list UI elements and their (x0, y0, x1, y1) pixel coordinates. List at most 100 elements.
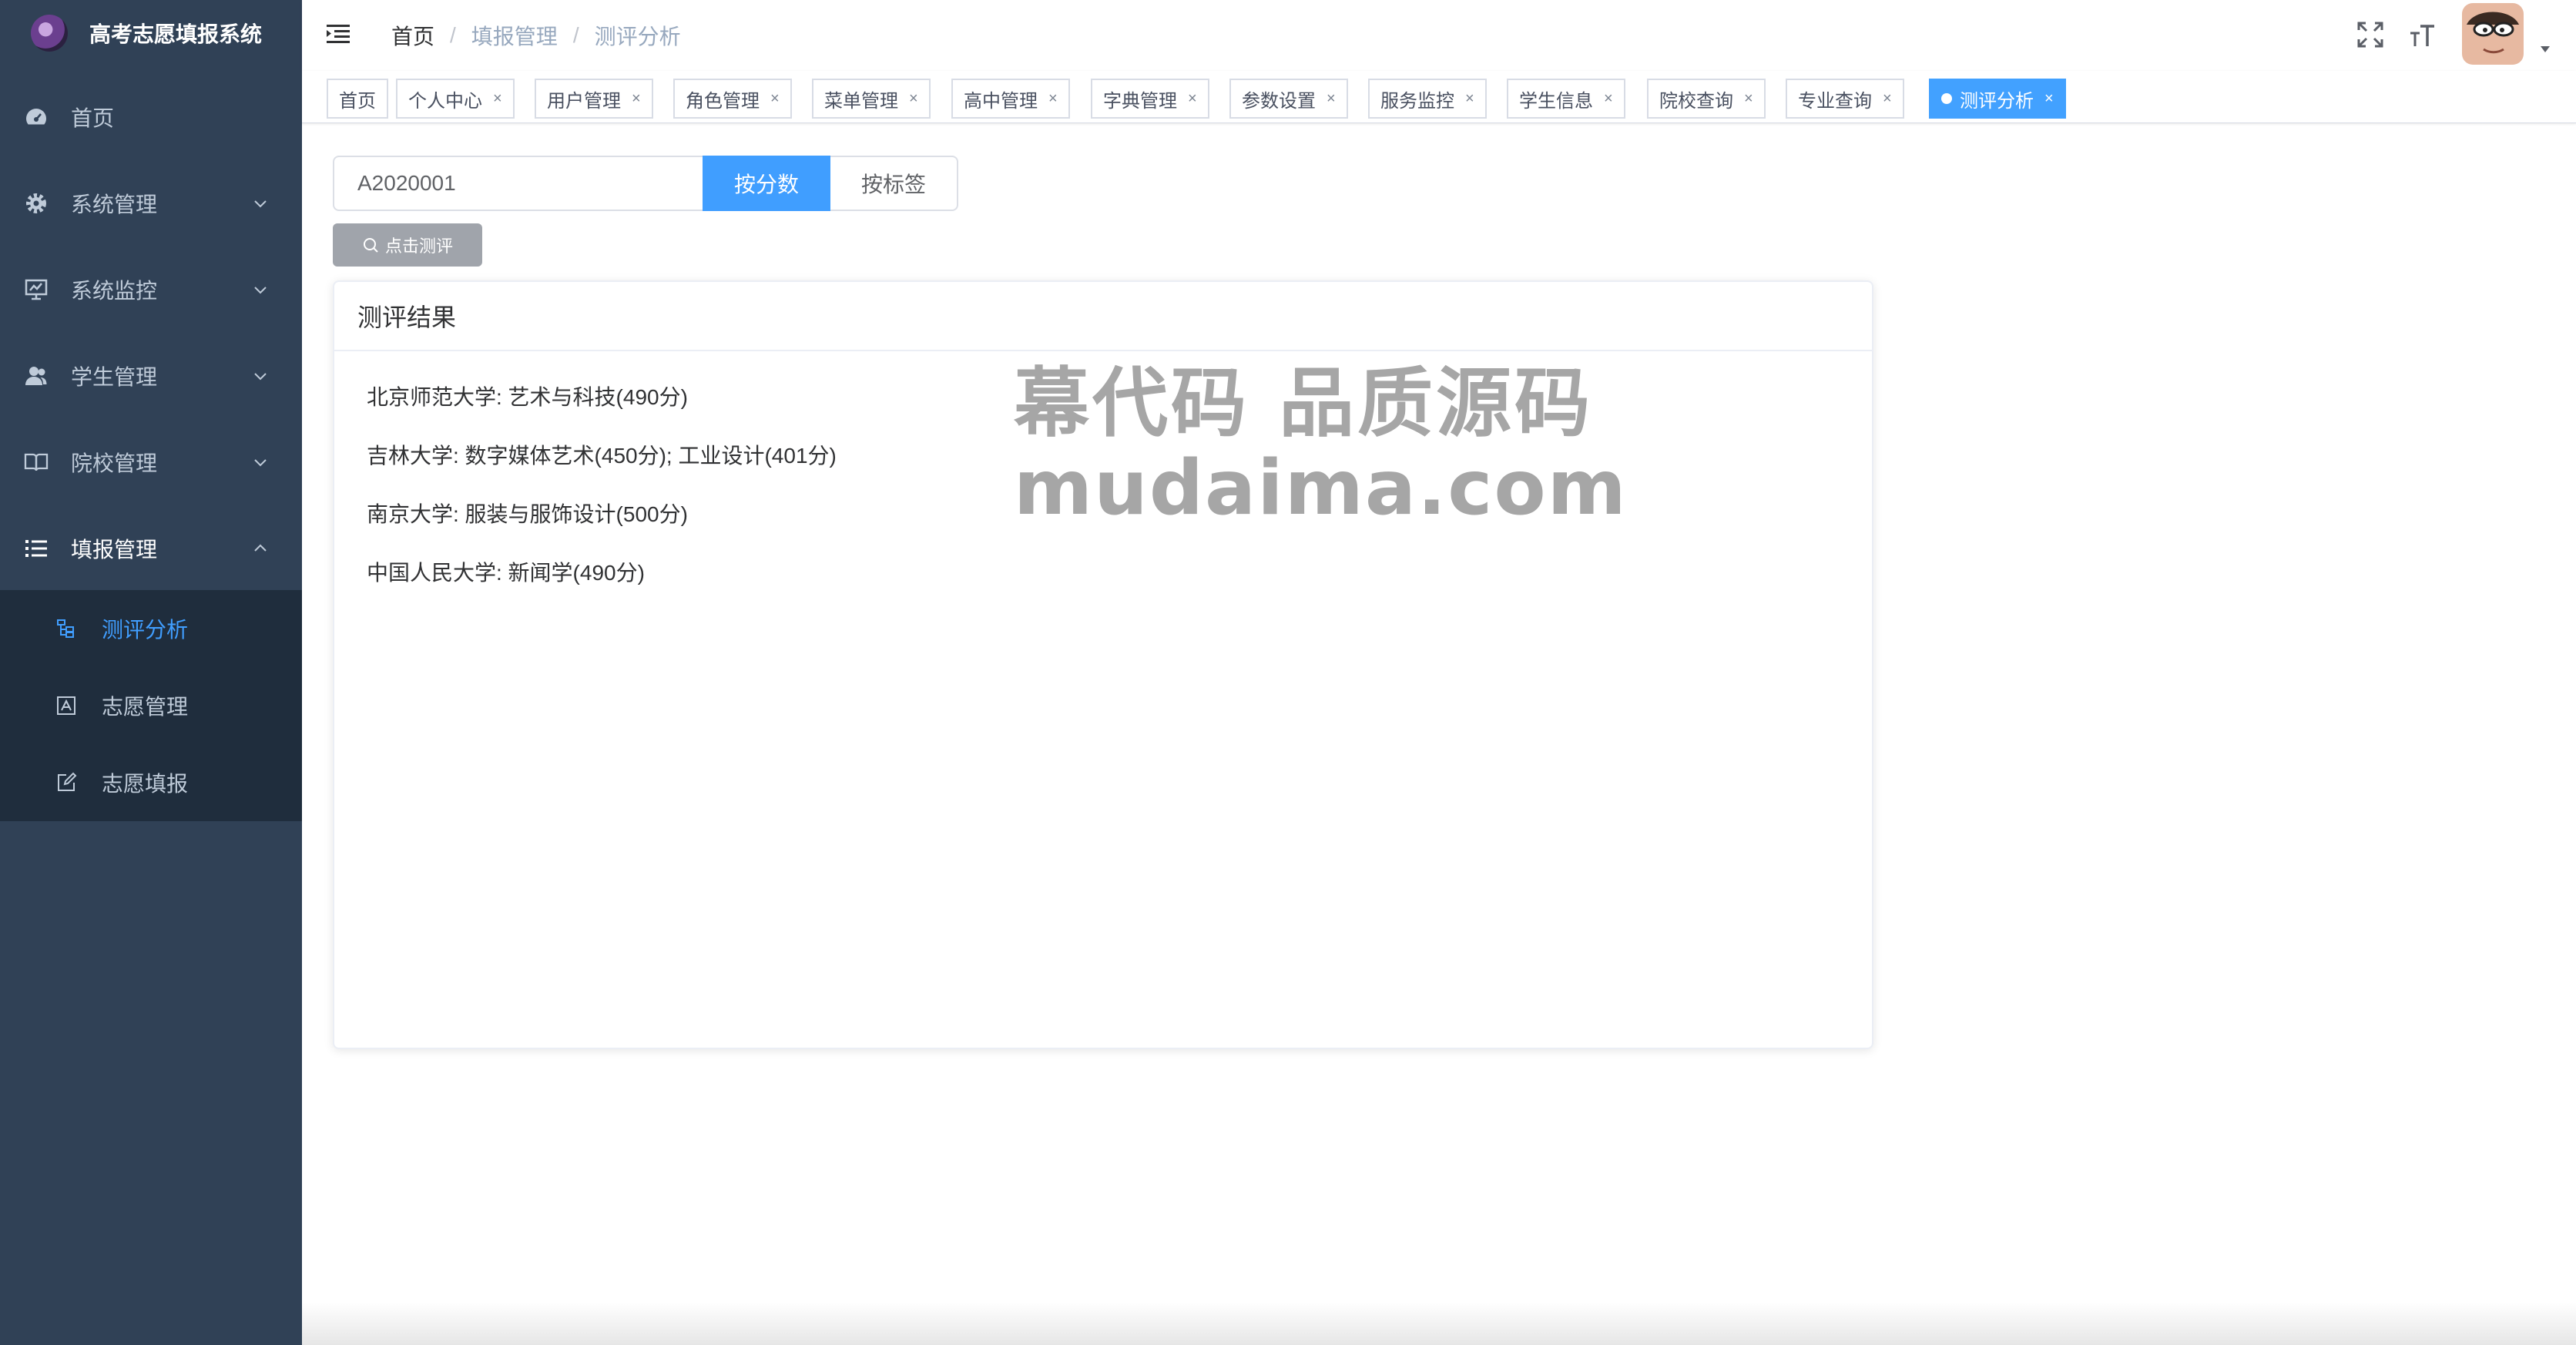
breadcrumb-home[interactable]: 首页 (391, 20, 434, 51)
user-icon (25, 367, 47, 385)
result-card: 测评结果 北京师范大学: 艺术与科技(490分) 吉林大学: 数字媒体艺术(45… (333, 280, 1873, 1049)
sidebar-item-label: 首页 (71, 106, 115, 130)
close-icon[interactable]: × (1883, 90, 1892, 108)
tag-label: 角色管理 (686, 90, 760, 112)
sidebar-item-label: 填报管理 (71, 538, 158, 562)
navbar: 首页 / 填报管理 / 测评分析 (302, 0, 2576, 71)
close-icon[interactable]: × (1604, 90, 1613, 108)
tag-profile[interactable]: 个人中心 × (396, 79, 515, 119)
sidebar-subitem-evaluation[interactable]: 测评分析 (0, 590, 302, 667)
tag-student-info[interactable]: 学生信息 × (1507, 79, 1625, 119)
result-item: 吉林大学: 数字媒体艺术(450分); 工业设计(401分) (367, 444, 837, 468)
evaluate-button-label: 点击测评 (384, 236, 453, 256)
result-list: 北京师范大学: 艺术与科技(490分) 吉林大学: 数字媒体艺术(450分); … (334, 351, 1872, 601)
close-icon[interactable]: × (2044, 90, 2054, 108)
sidebar-item-system[interactable]: 系统管理 (0, 160, 302, 247)
sidebar-subitem-label: 志愿填报 (102, 772, 189, 796)
breadcrumb-application: 填报管理 (471, 25, 558, 49)
tag-label: 服务监控 (1380, 90, 1454, 112)
tag-label: 参数设置 (1242, 90, 1316, 112)
search-group: 按分数 按标签 (333, 156, 958, 211)
sidebar-item-schools[interactable]: 院校管理 (0, 419, 302, 505)
sidebar-subitem-label: 志愿管理 (102, 695, 189, 719)
tag-params[interactable]: 参数设置 × (1229, 79, 1348, 119)
tag-label: 用户管理 (547, 90, 621, 112)
close-icon[interactable]: × (770, 90, 780, 108)
close-icon[interactable]: × (1327, 90, 1336, 108)
evaluate-button[interactable]: 点击测评 (333, 223, 482, 267)
active-dot-icon (1941, 93, 1952, 104)
close-icon[interactable]: × (1465, 90, 1474, 108)
tag-label: 个人中心 (408, 90, 482, 112)
sidebar-item-label: 系统监控 (71, 279, 158, 303)
list-icon (25, 540, 47, 557)
submenu-application: 测评分析 志愿管理 志愿填报 (0, 590, 302, 821)
fullscreen-icon[interactable] (2356, 20, 2385, 49)
tag-dictionary[interactable]: 字典管理 × (1091, 79, 1209, 119)
tags-view: 首页 个人中心 × 用户管理 × 角色管理 × 菜单管理 × 高中管理 × 字典… (302, 71, 2576, 123)
close-icon[interactable]: × (1048, 90, 1058, 108)
tag-label: 高中管理 (964, 90, 1038, 112)
tag-highschools[interactable]: 高中管理 × (951, 79, 1070, 119)
tag-school-query[interactable]: 院校查询 × (1647, 79, 1766, 119)
app-title: 高考志愿填报系统 (89, 22, 263, 46)
sidebar-item-label: 学生管理 (71, 365, 158, 389)
chevron-down-icon (254, 373, 267, 381)
edit-icon (58, 772, 77, 791)
result-item: 北京师范大学: 艺术与科技(490分) (367, 385, 688, 409)
close-icon[interactable]: × (493, 90, 502, 108)
close-icon[interactable]: × (632, 90, 641, 108)
chevron-down-icon (254, 459, 267, 467)
tag-users[interactable]: 用户管理 × (535, 79, 653, 119)
chevron-down-icon (254, 287, 267, 294)
sidebar-item-monitor[interactable]: 系统监控 (0, 247, 302, 333)
caret-down-icon[interactable] (2539, 45, 2551, 54)
tag-home[interactable]: 首页 (327, 79, 388, 119)
search-icon (363, 238, 378, 253)
logo-icon (31, 15, 68, 52)
student-number-input[interactable] (333, 156, 703, 211)
form-icon (57, 696, 75, 715)
tag-evaluation[interactable]: 测评分析 × (1929, 79, 2066, 119)
sidebar-item-application[interactable]: 填报管理 (0, 505, 302, 592)
mode-tag-button[interactable]: 按标签 (830, 156, 958, 211)
mode-score-button[interactable]: 按分数 (703, 156, 830, 211)
sidebar-item-label: 系统管理 (71, 193, 158, 216)
sidebar-subitem-label: 测评分析 (102, 618, 189, 642)
gear-icon (26, 193, 46, 213)
tag-menus[interactable]: 菜单管理 × (812, 79, 931, 119)
tag-label: 首页 (339, 90, 376, 112)
dashboard-icon (26, 109, 46, 125)
avatar[interactable] (2462, 3, 2524, 65)
breadcrumb-separator: / (572, 23, 579, 47)
tag-major-query[interactable]: 专业查询 × (1786, 79, 1904, 119)
tag-service-monitor[interactable]: 服务监控 × (1368, 79, 1487, 119)
sidebar-item-home[interactable]: 首页 (0, 74, 302, 160)
close-icon[interactable]: × (909, 90, 918, 108)
tag-label: 学生信息 (1519, 90, 1593, 112)
sidebar-item-label: 院校管理 (71, 451, 158, 475)
tag-label: 专业查询 (1798, 90, 1872, 112)
breadcrumb: 首页 / 填报管理 / 测评分析 (391, 20, 681, 51)
tag-label: 菜单管理 (824, 90, 898, 112)
breadcrumb-separator: / (450, 23, 456, 47)
monitor-icon (25, 279, 48, 300)
result-title: 测评结果 (334, 282, 1872, 351)
tag-roles[interactable]: 角色管理 × (673, 79, 792, 119)
close-icon[interactable]: × (1744, 90, 1753, 108)
result-item: 南京大学: 服装与服饰设计(500分) (367, 502, 688, 526)
tree-icon (57, 619, 74, 638)
sidebar-subitem-volunteer-manage[interactable]: 志愿管理 (0, 667, 302, 744)
close-icon[interactable]: × (1188, 90, 1197, 108)
logo-area[interactable]: 高考志愿填报系统 (0, 0, 302, 66)
bottom-shadow (302, 1302, 2576, 1345)
breadcrumb-current: 测评分析 (594, 25, 681, 49)
tag-label: 院校查询 (1659, 90, 1733, 112)
tag-label: 测评分析 (1960, 90, 2034, 112)
sidebar-subitem-volunteer-fill[interactable]: 志愿填报 (0, 744, 302, 821)
hamburger-icon[interactable] (325, 20, 353, 48)
sidebar-item-students[interactable]: 学生管理 (0, 333, 302, 419)
result-item: 中国人民大学: 新闻学(490分) (367, 561, 645, 585)
chevron-down-icon (254, 200, 267, 208)
font-size-icon[interactable] (2408, 20, 2437, 49)
